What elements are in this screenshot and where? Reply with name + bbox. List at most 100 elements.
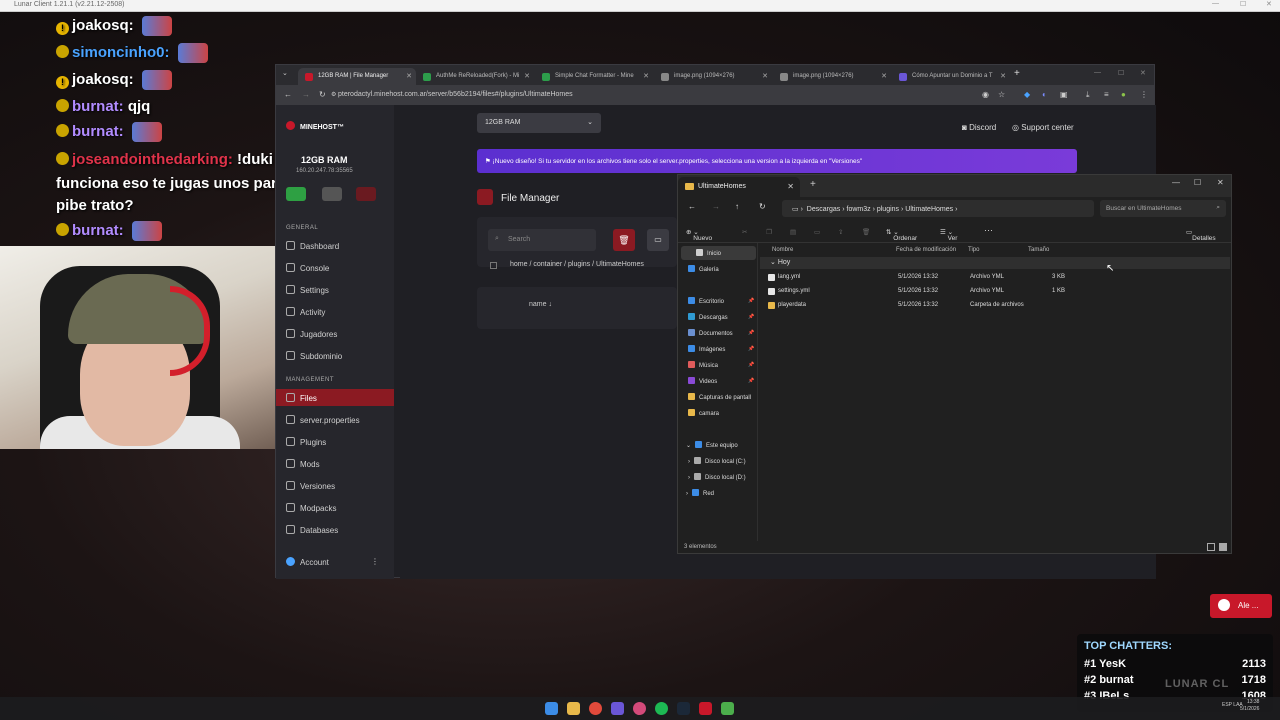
- close-tab-icon[interactable]: ✕: [406, 72, 412, 80]
- browser-tab[interactable]: 12GB RAM | File Manager ✕: [298, 68, 416, 85]
- account-button[interactable]: Account: [286, 557, 329, 567]
- stream-alert-button[interactable]: Ale ...: [1210, 594, 1272, 618]
- account-menu-icon[interactable]: ⋮: [371, 557, 379, 566]
- browser-tab[interactable]: image.png (1094×276) ✕: [654, 68, 772, 85]
- column-date[interactable]: Fecha de modificación: [896, 247, 956, 253]
- path-descargas[interactable]: Descargas: [807, 206, 840, 213]
- path-bar[interactable]: ▭ › Descargas › fowm3z › plugins › Ultim…: [782, 200, 1094, 217]
- file-row[interactable]: lang.yml 5/1/2026 13:32 Archivo YML 3 KB: [764, 271, 1224, 284]
- extensions-puzzle-icon[interactable]: ▣: [1060, 90, 1068, 99]
- details-button[interactable]: ▭ Detalles: [1186, 228, 1216, 242]
- nav-item-documentos[interactable]: Documentos: [688, 329, 733, 337]
- start-server-button[interactable]: [286, 187, 306, 201]
- extension-icon[interactable]: ◆: [1024, 90, 1030, 99]
- bookmark-star-icon[interactable]: ☆: [998, 90, 1005, 99]
- file-row[interactable]: settings.yml 5/1/2026 13:32 Archivo YML …: [764, 285, 1224, 298]
- address-bar[interactable]: ← → ↻ ⚙ pterodactyl.minehost.com.ar/serv…: [276, 85, 1154, 105]
- column-type[interactable]: Tipo: [968, 247, 979, 253]
- crumb-container[interactable]: container: [533, 261, 562, 268]
- close-window-icon[interactable]: ✕: [1217, 178, 1224, 187]
- stop-server-button[interactable]: [356, 187, 376, 201]
- close-window-icon[interactable]: ✕: [1140, 69, 1146, 77]
- sidebar-item-server-properties[interactable]: server.properties: [286, 415, 360, 425]
- back-icon[interactable]: ←: [688, 202, 696, 211]
- crumb-home[interactable]: home: [510, 261, 528, 268]
- up-icon[interactable]: ↑: [735, 202, 739, 211]
- path-plugins[interactable]: plugins: [877, 206, 899, 213]
- sidebar-item-versiones[interactable]: Versiones: [286, 481, 335, 491]
- crumb-ultimatehomes[interactable]: UltimateHomes: [596, 261, 644, 268]
- restart-server-button[interactable]: [322, 187, 342, 201]
- sidebar-item-dashboard[interactable]: Dashboard: [286, 241, 339, 251]
- new-folder-button[interactable]: ▭: [647, 229, 669, 251]
- copy-icon[interactable]: ❐: [766, 228, 772, 236]
- pin-icon[interactable]: 📌: [748, 378, 754, 384]
- close-button[interactable]: ✕: [1266, 0, 1272, 8]
- nav-item-capturas-de-pantall[interactable]: Capturas de pantall: [688, 393, 751, 401]
- server-select[interactable]: 12GB RAM ⌄: [477, 113, 601, 133]
- tree-item-disco-local-d-[interactable]: › Disco local (D:): [688, 473, 746, 481]
- close-tab-icon[interactable]: ✕: [881, 72, 887, 80]
- tab-list-icon[interactable]: ⌄: [282, 69, 288, 77]
- media-icon[interactable]: ≡: [1104, 90, 1109, 99]
- minecraft-icon[interactable]: [721, 702, 734, 715]
- close-tab-icon[interactable]: ✕: [787, 182, 794, 191]
- steam-icon[interactable]: [677, 702, 690, 715]
- sidebar-item-console[interactable]: Console: [286, 263, 329, 273]
- minimize-icon[interactable]: —: [1172, 178, 1180, 187]
- sidebar-item-files[interactable]: Files: [276, 389, 394, 406]
- tree-item-disco-local-c-[interactable]: › Disco local (C:): [688, 457, 746, 465]
- nav-item-inicio[interactable]: Inicio: [681, 246, 756, 260]
- crumb-plugins[interactable]: plugins: [568, 261, 590, 268]
- pin-icon[interactable]: 📌: [748, 314, 754, 320]
- discord-link[interactable]: ◙ Discord: [962, 123, 996, 132]
- more-options-button[interactable]: ···: [984, 225, 993, 235]
- minimize-icon[interactable]: —: [1094, 69, 1101, 76]
- profile-avatar-icon[interactable]: ●: [1121, 90, 1126, 99]
- explorer-tab[interactable]: UltimateHomes ✕: [678, 177, 800, 197]
- nav-item-galer-a[interactable]: Galería: [688, 265, 719, 273]
- app-icon[interactable]: [699, 702, 712, 715]
- clock[interactable]: 13:38 5/1/2026: [1240, 699, 1259, 713]
- pin-icon[interactable]: 📌: [748, 346, 754, 352]
- nav-item-camara[interactable]: camara: [688, 409, 719, 417]
- paste-icon[interactable]: ▤: [790, 228, 796, 236]
- nav-item-videos[interactable]: Videos: [688, 377, 717, 385]
- site-info-icon[interactable]: ⚙: [331, 91, 336, 98]
- select-all-checkbox[interactable]: [490, 262, 497, 269]
- details-view-icon[interactable]: [1207, 543, 1215, 551]
- delete-button[interactable]: 🗑: [613, 229, 635, 251]
- file-explorer-icon[interactable]: [567, 702, 580, 715]
- file-search-input[interactable]: ⌕ Search: [488, 229, 596, 251]
- forward-icon[interactable]: →: [712, 202, 720, 211]
- column-size[interactable]: Tamaño: [1028, 247, 1049, 253]
- path-fowm3z[interactable]: fowm3z: [847, 206, 871, 213]
- cut-icon[interactable]: ✂: [742, 228, 747, 236]
- tree-item-este-equipo[interactable]: ⌄ Este equipo: [686, 441, 738, 449]
- sidebar-item-modpacks[interactable]: Modpacks: [286, 503, 336, 513]
- obs-icon[interactable]: [633, 702, 646, 715]
- browser-tab[interactable]: image.png (1094×276) ✕: [773, 68, 891, 85]
- forward-icon[interactable]: →: [302, 90, 310, 99]
- nav-item-m-sica[interactable]: Música: [688, 361, 718, 369]
- chevron-down-icon[interactable]: ⌄: [686, 443, 691, 449]
- tree-item-red[interactable]: › Red: [686, 489, 714, 497]
- url-text[interactable]: pterodactyl.minehost.com.ar/server/b56b2…: [338, 91, 573, 98]
- sidebar-item-settings[interactable]: Settings: [286, 285, 329, 295]
- name-sort-header[interactable]: name ↓: [529, 301, 552, 308]
- close-tab-icon[interactable]: ✕: [762, 72, 768, 80]
- reload-icon[interactable]: ↻: [319, 90, 326, 99]
- browser-tab[interactable]: Simple Chat Formatter - Mine ✕: [535, 68, 653, 85]
- path-ultimatehomes[interactable]: UltimateHomes: [905, 206, 953, 213]
- delete-icon[interactable]: 🗑: [862, 228, 870, 236]
- chevron-right-icon[interactable]: ›: [688, 475, 690, 481]
- pin-icon[interactable]: 📌: [748, 362, 754, 368]
- sidebar-item-subdominio[interactable]: Subdominio: [286, 351, 342, 361]
- sidebar-item-jugadores[interactable]: Jugadores: [286, 329, 337, 339]
- nav-item-descargas[interactable]: Descargas: [688, 313, 728, 321]
- maximize-icon[interactable]: ☐: [1194, 178, 1201, 187]
- sidebar-item-plugins[interactable]: Plugins: [286, 437, 326, 447]
- close-tab-icon[interactable]: ✕: [524, 72, 530, 80]
- browser-tab[interactable]: AuthMe ReReloaded(Fork) - Mi ✕: [416, 68, 534, 85]
- browser-menu-icon[interactable]: ⋮: [1140, 90, 1148, 99]
